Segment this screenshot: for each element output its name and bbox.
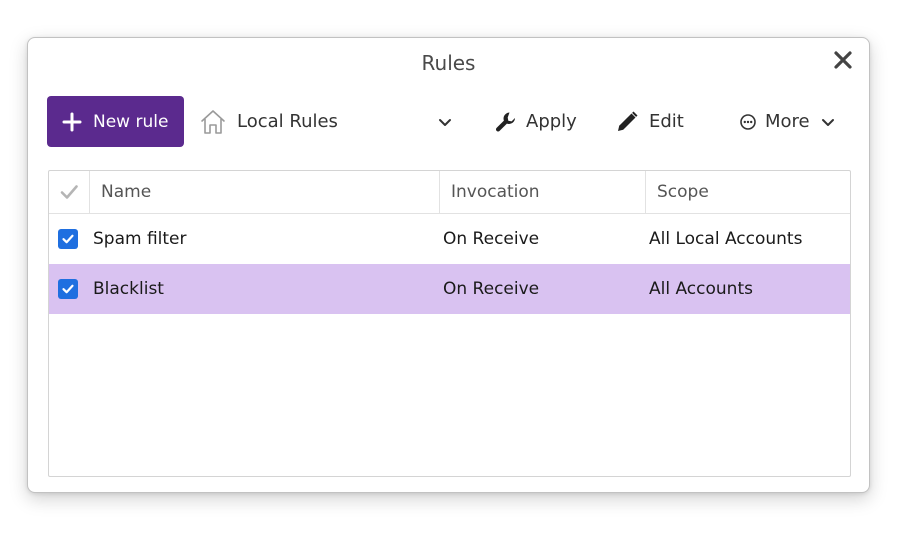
home-icon [201, 109, 225, 134]
checkmark-icon [60, 185, 78, 199]
row-check-cell [58, 214, 78, 264]
row-enabled-checkbox[interactable] [58, 279, 78, 299]
row-scope: All Accounts [649, 279, 753, 299]
checkbox-checked-icon [62, 284, 74, 294]
row-scope: All Local Accounts [649, 229, 803, 249]
row-invocation: On Receive [443, 229, 540, 249]
apply-button[interactable]: Apply [494, 96, 577, 147]
table-row[interactable]: Spam filter On Receive All Local Account… [49, 214, 850, 264]
rule-set-dropdown[interactable]: Local Rules [199, 96, 469, 147]
row-check-cell [58, 264, 78, 314]
new-rule-button[interactable]: New rule [47, 96, 184, 147]
chevron-down-icon [821, 118, 834, 126]
column-header-scope[interactable]: Scope [645, 171, 850, 213]
edit-label: Edit [649, 111, 684, 132]
table-header: Name Invocation Scope [49, 171, 850, 214]
rules-dialog: Rules New rule Local Rules Apply Edit Mo… [27, 37, 870, 493]
pencil-icon [618, 110, 638, 131]
row-enabled-checkbox[interactable] [58, 229, 78, 249]
more-icon [740, 113, 756, 130]
apply-label: Apply [526, 111, 577, 132]
header-select-all[interactable] [49, 171, 89, 213]
more-menu[interactable]: More [739, 96, 836, 147]
row-invocation: On Receive [443, 279, 540, 299]
more-label: More [765, 111, 810, 132]
rules-table: Name Invocation Scope Spam filter On Rec… [48, 170, 851, 477]
close-button[interactable] [831, 48, 855, 72]
dialog-title: Rules [421, 51, 476, 75]
chevron-down-icon [439, 119, 451, 126]
plus-icon [62, 112, 82, 131]
edit-button[interactable]: Edit [615, 96, 684, 147]
wrench-icon [495, 112, 515, 132]
new-rule-label: New rule [93, 111, 169, 132]
column-header-name[interactable]: Name [89, 171, 439, 213]
row-name: Spam filter [93, 229, 187, 249]
close-icon [834, 51, 852, 69]
toolbar: New rule Local Rules Apply Edit More [47, 96, 852, 148]
rule-set-label: Local Rules [237, 111, 338, 132]
checkbox-checked-icon [62, 234, 74, 244]
row-name: Blacklist [93, 279, 164, 299]
column-header-invocation[interactable]: Invocation [439, 171, 645, 213]
table-row[interactable]: Blacklist On Receive All Accounts [49, 264, 850, 314]
